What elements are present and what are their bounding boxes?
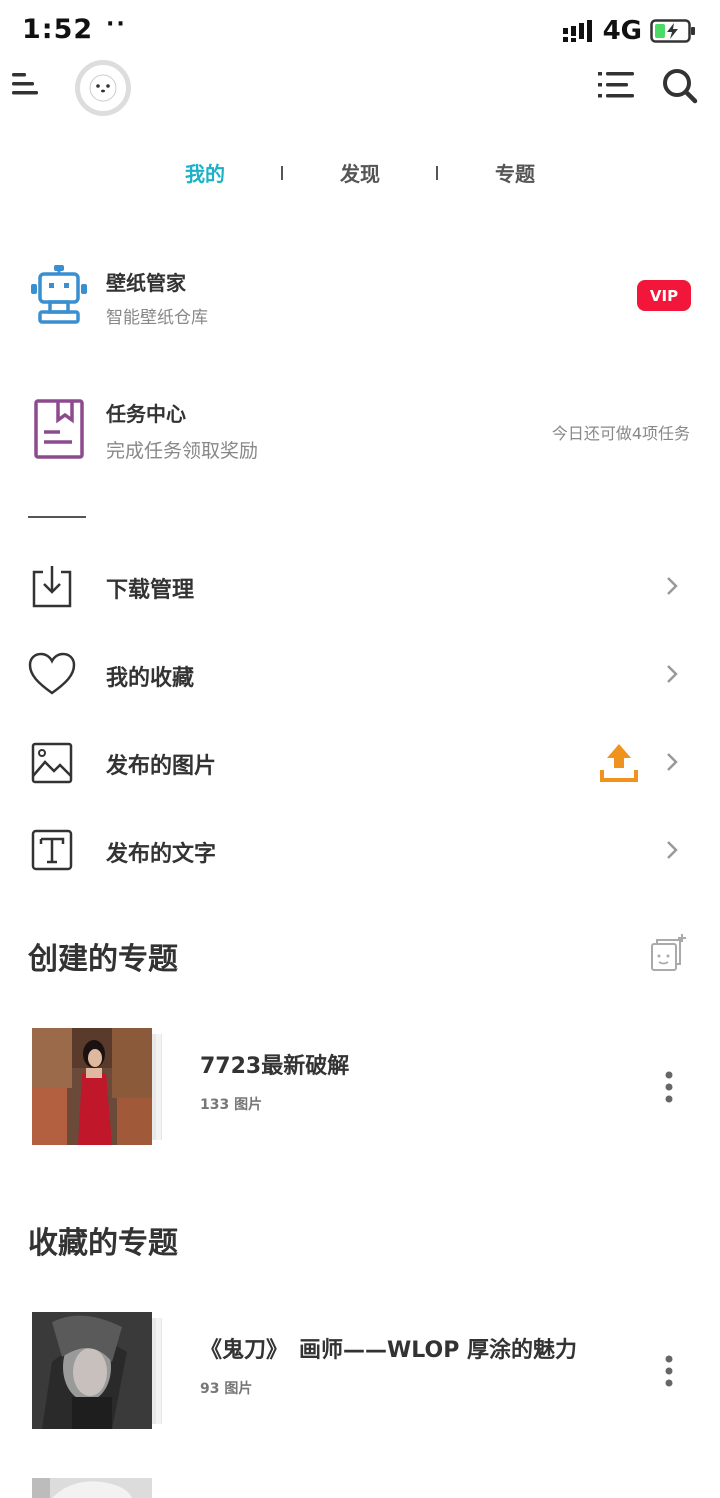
download-tray-icon [32, 566, 72, 608]
topic-count: 133 图片 [200, 1097, 263, 1113]
status-bar: 1:52 ·· 4G [0, 0, 720, 64]
topic-thumbnail-partial[interactable] [32, 1478, 152, 1498]
menu-label: 下载管理 [106, 578, 195, 603]
topic-thumbnail-image [32, 1478, 152, 1498]
status-dots: ·· [106, 12, 127, 37]
menu-download-manager[interactable]: 下载管理 [0, 556, 720, 616]
menu-published-text[interactable]: 发布的文字 [0, 820, 720, 880]
menu-published-images[interactable]: 发布的图片 [0, 732, 720, 792]
chevron-right-icon [667, 753, 678, 771]
tab-discover[interactable]: 发现 [320, 158, 400, 187]
section-divider [28, 516, 86, 518]
top-bar [0, 58, 720, 120]
tab-separator [281, 166, 283, 180]
task-remaining-note: 今日还可做4项任务 [551, 424, 690, 443]
image-icon [31, 742, 73, 784]
tab-bar: 我的 发现 专题 [0, 150, 720, 196]
heart-icon [28, 652, 76, 695]
avatar-face-icon [89, 74, 117, 102]
topic-title: 《鬼刀》 画师——WLOP 厚涂的魅力 [200, 1338, 577, 1363]
topic-thumbnail [32, 1028, 152, 1145]
topic-thumbnail-image [32, 1312, 152, 1429]
more-vertical-icon[interactable] [662, 1354, 676, 1388]
favorite-topic-card[interactable]: 《鬼刀》 画师——WLOP 厚涂的魅力 93 图片 [0, 1312, 720, 1432]
robot-icon [31, 265, 87, 324]
add-topic-icon[interactable] [648, 934, 688, 974]
chevron-right-icon [667, 841, 678, 859]
avatar[interactable] [75, 60, 131, 116]
tab-mine[interactable]: 我的 [165, 158, 245, 187]
topic-thumbnail-image [32, 1028, 152, 1145]
menu-icon[interactable] [10, 68, 42, 100]
battery-charging-icon [650, 19, 695, 43]
status-right: 4G [562, 16, 696, 46]
menu-label: 发布的图片 [106, 754, 217, 779]
chevron-right-icon [667, 577, 678, 595]
upload-icon[interactable] [600, 742, 638, 782]
network-label: 4G [602, 16, 642, 46]
tab-topics[interactable]: 专题 [475, 158, 555, 187]
list-icon[interactable] [596, 68, 638, 102]
more-vertical-icon[interactable] [662, 1070, 676, 1104]
tab-separator [436, 166, 438, 180]
menu-label: 我的收藏 [106, 666, 195, 691]
topic-title: 7723最新破解 [200, 1054, 350, 1079]
bookmark-book-icon [34, 399, 84, 459]
status-time: 1:52 [22, 14, 94, 45]
vip-badge[interactable]: VIP [637, 280, 691, 311]
text-t-icon [31, 829, 73, 871]
task-center-title: 任务中心 [106, 402, 186, 426]
task-center-subtitle: 完成任务领取奖励 [106, 440, 259, 462]
topic-thumbnail [32, 1312, 152, 1429]
wallpaper-manager-title: 壁纸管家 [106, 271, 186, 295]
created-topics-title: 创建的专题 [28, 942, 178, 977]
menu-label: 发布的文字 [106, 842, 217, 867]
topic-count: 93 图片 [200, 1381, 253, 1397]
wallpaper-manager-subtitle: 智能壁纸仓库 [106, 308, 208, 328]
favorite-topics-title: 收藏的专题 [28, 1226, 178, 1261]
search-icon[interactable] [660, 66, 700, 106]
chevron-right-icon [667, 665, 678, 683]
menu-my-favorites[interactable]: 我的收藏 [0, 644, 720, 704]
created-topic-card[interactable]: 7723最新破解 133 图片 [0, 1028, 720, 1148]
signal-icon [562, 20, 592, 42]
